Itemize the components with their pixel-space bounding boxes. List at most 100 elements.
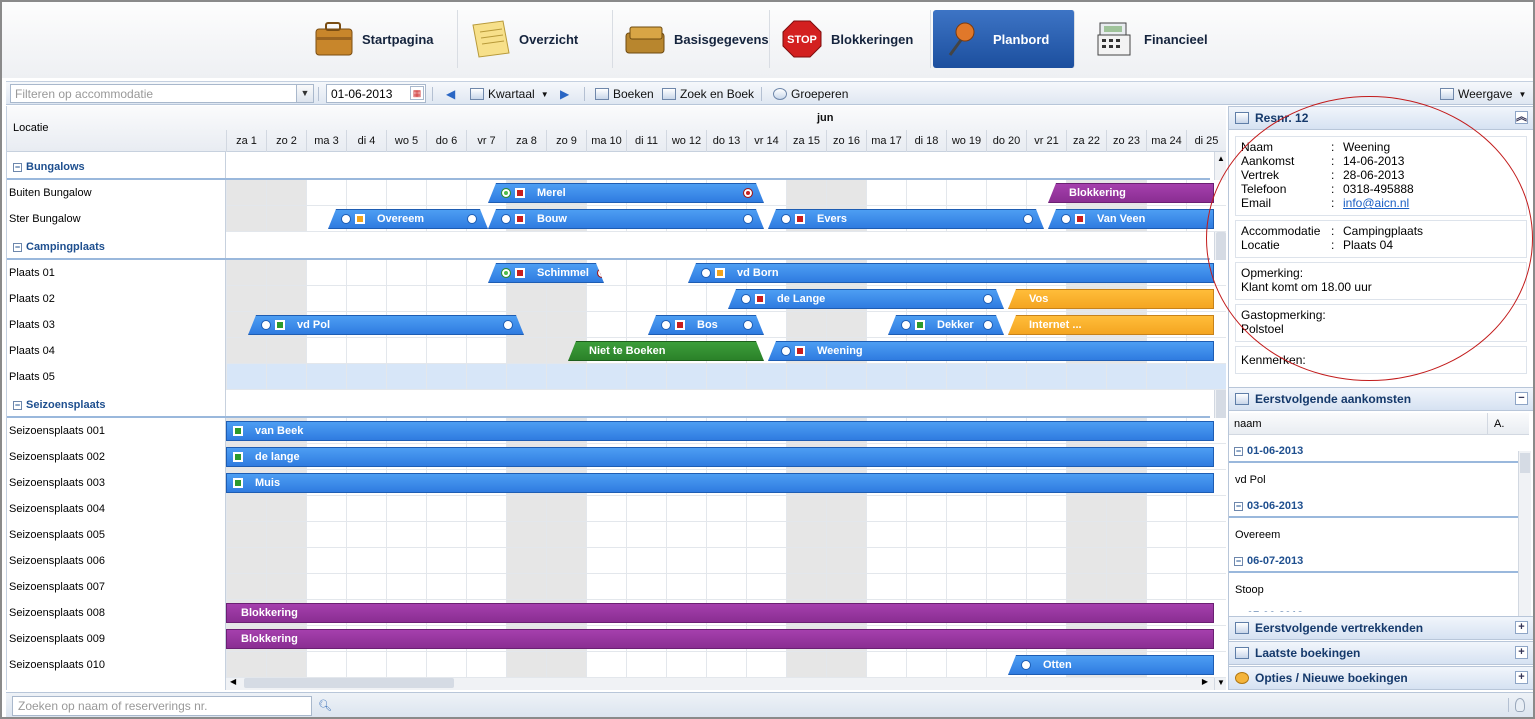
day-cell[interactable]: [706, 496, 746, 522]
day-cell[interactable]: [306, 548, 346, 574]
arrival-item[interactable]: vd Pol: [1229, 467, 1519, 493]
day-cell[interactable]: [826, 522, 866, 548]
day-cell[interactable]: [866, 496, 906, 522]
day-cell[interactable]: [346, 338, 386, 364]
day-cell[interactable]: [466, 286, 506, 312]
day-cell[interactable]: [386, 364, 426, 390]
day-cell[interactable]: [666, 652, 706, 678]
day-cell[interactable]: [1186, 522, 1226, 548]
day-cell[interactable]: [826, 548, 866, 574]
day-cell[interactable]: [426, 180, 466, 206]
day-cell[interactable]: [1066, 496, 1106, 522]
booking-bar[interactable]: Internet ...: [1008, 315, 1214, 335]
weergave-button[interactable]: Weergave ▼: [1440, 85, 1526, 103]
day-cell[interactable]: [946, 180, 986, 206]
day-cell[interactable]: [466, 574, 506, 600]
day-cell[interactable]: [786, 496, 826, 522]
day-cell[interactable]: [426, 286, 466, 312]
day-cell[interactable]: [466, 652, 506, 678]
day-cell[interactable]: [466, 364, 506, 390]
day-cell[interactable]: [346, 574, 386, 600]
arrival-date-group[interactable]: −01-06-2013: [1229, 439, 1519, 463]
location-row-label[interactable]: Seizoensplaats 010: [7, 652, 226, 678]
day-cell[interactable]: [386, 338, 426, 364]
next-arrow-icon[interactable]: ▶: [560, 85, 569, 103]
day-cell[interactable]: [346, 260, 386, 286]
day-cell[interactable]: [666, 286, 706, 312]
day-cell[interactable]: [506, 574, 546, 600]
day-cell[interactable]: [266, 496, 306, 522]
scroll-thumb[interactable]: [1520, 453, 1530, 473]
day-cell[interactable]: [986, 180, 1026, 206]
location-row-label[interactable]: Seizoensplaats 005: [7, 522, 226, 548]
day-cell[interactable]: [466, 522, 506, 548]
day-cell[interactable]: [826, 574, 866, 600]
day-cell[interactable]: [266, 286, 306, 312]
day-cell[interactable]: [626, 286, 666, 312]
day-cell[interactable]: [826, 312, 866, 338]
day-cell[interactable]: [306, 338, 346, 364]
location-row-label[interactable]: Seizoensplaats 001: [7, 418, 226, 444]
day-cell[interactable]: [426, 522, 466, 548]
day-cell[interactable]: [706, 574, 746, 600]
arrival-item[interactable]: Stoop: [1229, 577, 1519, 603]
day-cell[interactable]: [1066, 522, 1106, 548]
day-cell[interactable]: [906, 652, 946, 678]
day-cell[interactable]: [306, 286, 346, 312]
day-cell[interactable]: [746, 364, 786, 390]
day-cell[interactable]: [426, 364, 466, 390]
day-cell[interactable]: [1066, 574, 1106, 600]
day-cell[interactable]: [506, 286, 546, 312]
day-cell[interactable]: [666, 496, 706, 522]
day-cell[interactable]: [546, 522, 586, 548]
day-cell[interactable]: [1026, 364, 1066, 390]
day-cell[interactable]: [626, 574, 666, 600]
booking-bar[interactable]: Muis: [226, 473, 1214, 493]
booking-bar[interactable]: Overeem: [328, 209, 488, 229]
collapse-icon[interactable]: −: [1234, 502, 1243, 511]
chevron-down-icon[interactable]: ▼: [296, 85, 313, 102]
day-cell[interactable]: [1146, 574, 1186, 600]
location-row-label[interactable]: Seizoensplaats 002: [7, 444, 226, 470]
location-row-label[interactable]: Seizoensplaats 006: [7, 548, 226, 574]
collapse-icon[interactable]: −: [13, 163, 22, 172]
day-cell[interactable]: [346, 180, 386, 206]
day-cell[interactable]: [1186, 496, 1226, 522]
day-cell[interactable]: [626, 496, 666, 522]
day-cell[interactable]: [226, 286, 266, 312]
day-cell[interactable]: [546, 364, 586, 390]
booking-bar[interactable]: de lange: [226, 447, 1214, 467]
day-cell[interactable]: [426, 574, 466, 600]
location-row-label[interactable]: Plaats 02: [7, 286, 226, 312]
day-cell[interactable]: [586, 522, 626, 548]
day-cell[interactable]: [706, 364, 746, 390]
day-cell[interactable]: [866, 652, 906, 678]
day-cell[interactable]: [746, 574, 786, 600]
day-cell[interactable]: [266, 522, 306, 548]
booking-bar[interactable]: Bouw: [488, 209, 764, 229]
location-row-label[interactable]: Seizoensplaats 008: [7, 600, 226, 626]
previous-arrow-icon[interactable]: ◀: [446, 85, 455, 103]
expand-icon[interactable]: +: [1515, 646, 1528, 659]
day-cell[interactable]: [1106, 364, 1146, 390]
day-cell[interactable]: [946, 548, 986, 574]
day-cell[interactable]: [1146, 522, 1186, 548]
day-cell[interactable]: [986, 522, 1026, 548]
day-cell[interactable]: [1186, 364, 1226, 390]
day-cell[interactable]: [466, 548, 506, 574]
day-cell[interactable]: [1146, 548, 1186, 574]
day-cell[interactable]: [746, 652, 786, 678]
day-cell[interactable]: [426, 260, 466, 286]
day-cell[interactable]: [386, 260, 426, 286]
arrival-date-group[interactable]: −03-06-2013: [1229, 494, 1519, 518]
departures-panel-header[interactable]: Eerstvolgende vertrekkenden +: [1229, 616, 1533, 640]
day-cell[interactable]: [586, 496, 626, 522]
day-cell[interactable]: [226, 496, 266, 522]
day-cell[interactable]: [666, 364, 706, 390]
day-cell[interactable]: [1106, 496, 1146, 522]
day-cell[interactable]: [906, 496, 946, 522]
period-selector[interactable]: Kwartaal ▼: [470, 85, 549, 103]
day-cell[interactable]: [346, 496, 386, 522]
day-cell[interactable]: [866, 574, 906, 600]
day-cell[interactable]: [826, 364, 866, 390]
